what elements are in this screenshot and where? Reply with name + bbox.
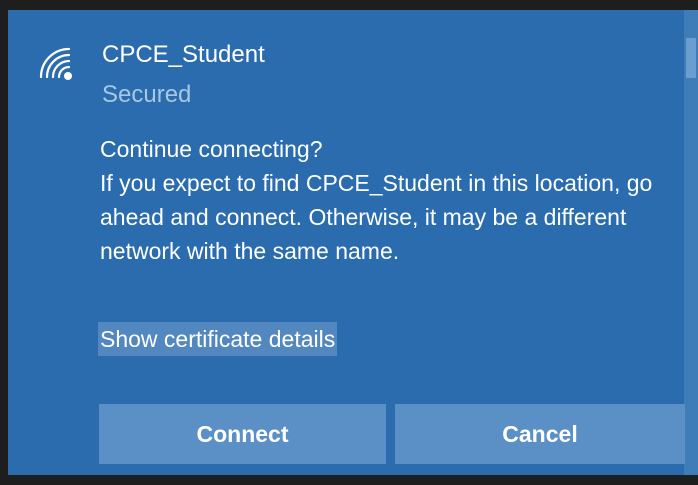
connect-button[interactable]: Connect <box>99 404 386 464</box>
scrollbar-thumb[interactable] <box>686 38 696 78</box>
show-certificate-details-link[interactable]: Show certificate details <box>98 322 338 356</box>
network-name: CPCE_Student <box>102 41 265 68</box>
wifi-flyout: CPCE_Student Secured Continue connecting… <box>0 0 698 485</box>
network-status: Secured <box>102 81 192 108</box>
wifi-secured-icon <box>39 47 72 80</box>
scrollbar[interactable] <box>684 10 698 475</box>
message-title: Continue connecting? <box>100 136 323 162</box>
message-body: If you expect to find CPCE_Student in th… <box>100 170 653 264</box>
cancel-button[interactable]: Cancel <box>395 404 685 464</box>
connection-message: Continue connecting? If you expect to fi… <box>100 132 676 268</box>
